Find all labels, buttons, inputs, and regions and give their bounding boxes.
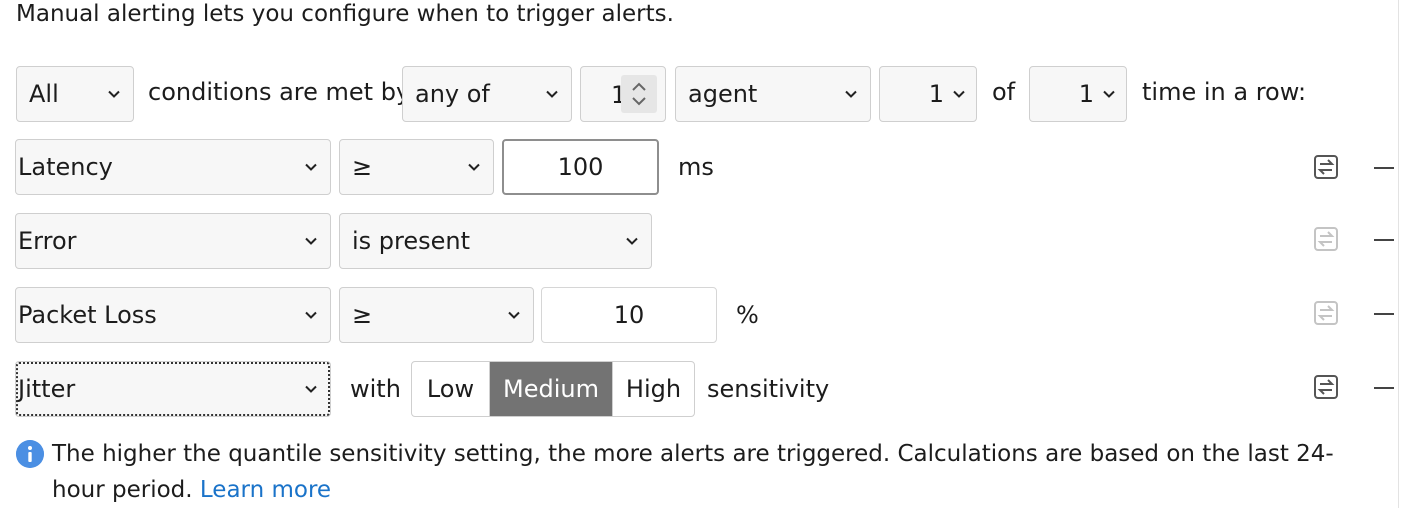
scope-select-value: any of	[415, 80, 490, 108]
sensitivity-segmented-control[interactable]: Low Medium High	[411, 361, 695, 417]
remove-rule-button[interactable]	[1374, 387, 1394, 389]
unit-label: %	[736, 301, 759, 329]
sensitivity-medium-option[interactable]: Medium	[489, 362, 612, 416]
chevron-down-icon	[508, 311, 520, 319]
metric-select-packet-loss[interactable]: Packet Loss	[15, 287, 331, 343]
metric-value: Latency	[18, 153, 113, 181]
swap-icon[interactable]	[1313, 374, 1339, 400]
chevron-down-icon	[1103, 90, 1115, 98]
chevron-down-icon	[108, 90, 120, 98]
operator-select[interactable]: ≥	[339, 139, 494, 195]
remove-rule-button[interactable]	[1374, 313, 1394, 315]
chevron-down-icon	[626, 237, 638, 245]
chevron-down-icon	[468, 163, 480, 171]
remove-rule-button[interactable]	[1374, 167, 1394, 169]
swap-icon	[1314, 301, 1338, 325]
info-icon	[16, 440, 44, 468]
rounds-select-value: 1	[1078, 80, 1094, 108]
operator-value: ≥	[352, 153, 373, 181]
metric-select-latency[interactable]: Latency	[15, 139, 331, 195]
remove-rule-button[interactable]	[1374, 239, 1394, 241]
target-select[interactable]: agent	[675, 66, 871, 122]
threshold-input[interactable]: 100	[502, 139, 659, 195]
intro-text: Manual alerting lets you configure when …	[16, 1, 674, 27]
of-text: of	[992, 78, 1016, 106]
unit-label: ms	[678, 153, 714, 181]
match-select[interactable]: All	[16, 66, 134, 122]
up-down-arrows-icon	[632, 82, 646, 106]
chevron-down-icon	[305, 163, 317, 171]
count-stepper[interactable]: 1	[580, 66, 666, 122]
operator-value: ≥	[352, 301, 373, 329]
chevron-down-icon	[953, 90, 965, 98]
metric-select-error[interactable]: Error	[15, 213, 331, 269]
metric-value: Error	[18, 227, 77, 255]
conditions-text: conditions are met by	[148, 78, 411, 106]
operator-value: is present	[352, 227, 471, 255]
panel-border	[1398, 0, 1399, 508]
sensitivity-text: sensitivity	[707, 375, 830, 403]
sensitivity-high-option[interactable]: High	[612, 362, 694, 416]
operator-select[interactable]: ≥	[339, 287, 534, 343]
learn-more-link[interactable]: Learn more	[200, 477, 331, 503]
chevron-down-icon	[305, 385, 317, 393]
rounds-select[interactable]: 1	[1029, 66, 1127, 122]
match-select-value: All	[29, 80, 59, 108]
metric-value: Packet Loss	[18, 301, 157, 329]
sensitivity-low-option[interactable]: Low	[412, 362, 489, 416]
scope-select[interactable]: any of	[402, 66, 572, 122]
chevron-down-icon	[845, 90, 857, 98]
chevron-down-icon	[305, 311, 317, 319]
operator-select[interactable]: is present	[339, 213, 652, 269]
metric-value: Jitter	[18, 375, 76, 403]
chevron-down-icon	[546, 90, 558, 98]
target-select-value: agent	[688, 80, 758, 108]
swap-icon	[1314, 227, 1338, 251]
chevron-down-icon	[305, 237, 317, 245]
times-select-value: 1	[928, 80, 944, 108]
with-text: with	[350, 375, 401, 403]
threshold-input[interactable]: 10	[541, 287, 717, 343]
stepper-arrows[interactable]	[621, 75, 657, 113]
times-select[interactable]: 1	[879, 66, 977, 122]
info-message: The higher the quantile sensitivity sett…	[52, 436, 1372, 508]
time-in-a-row-text: time in a row:	[1142, 78, 1307, 106]
swap-icon[interactable]	[1313, 154, 1339, 180]
metric-select-jitter[interactable]: Jitter	[15, 361, 331, 417]
